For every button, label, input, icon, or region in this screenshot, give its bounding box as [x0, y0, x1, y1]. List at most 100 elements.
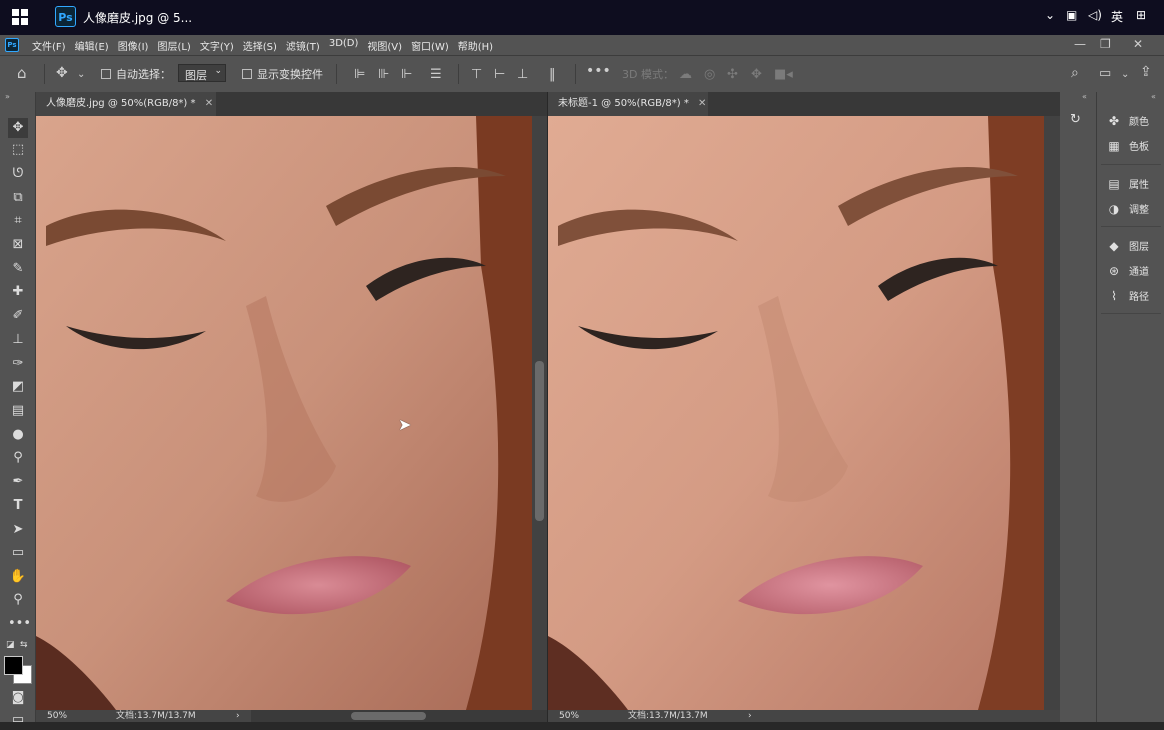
healing-brush-tool-icon[interactable]: ✚ — [8, 282, 28, 302]
zoom-level[interactable]: 50% — [47, 710, 67, 722]
zoom-level[interactable]: 50% — [559, 710, 579, 722]
workspace-chevron-icon[interactable]: ⌄ — [1121, 68, 1129, 81]
move-tool-icon[interactable]: ✥ — [8, 118, 28, 138]
foreground-color-swatch[interactable] — [4, 656, 23, 675]
eyedropper-tool-icon[interactable]: ✎ — [8, 259, 28, 279]
menu-filter[interactable]: 滤镜(T) — [286, 38, 320, 53]
vertical-scrollbar-2[interactable] — [1044, 116, 1060, 710]
panel-paths[interactable]: ⌇ 路径 — [1105, 287, 1149, 305]
object-select-tool-icon[interactable]: ⧉ — [8, 188, 28, 208]
eraser-tool-icon[interactable]: ◩ — [8, 377, 28, 397]
align-top-icon[interactable]: ⊤ — [471, 68, 482, 81]
panel-adjustments[interactable]: ◑ 调整 — [1105, 200, 1149, 218]
panel-channels[interactable]: ⊛ 通道 — [1105, 262, 1149, 280]
taskbar-window-title[interactable]: 人像磨皮.jpg @ 5... — [83, 9, 192, 26]
taskbar: Ps 人像磨皮.jpg @ 5... ⌄ ▣ ◁) 英 ⊞ — [0, 0, 1164, 35]
network-icon[interactable]: ▣ — [1066, 8, 1077, 22]
document-tab-2[interactable]: 未标题-1 @ 50%(RGB/8*) * ✕ — [548, 92, 708, 116]
panel-properties[interactable]: ▤ 属性 — [1105, 175, 1149, 193]
history-brush-tool-icon[interactable]: ✑ — [8, 354, 28, 374]
auto-select-dropdown[interactable]: 图层 ⌄ — [178, 64, 226, 82]
panel-color[interactable]: ✤ 颜色 — [1105, 112, 1149, 130]
document-info[interactable]: 文档:13.7M/13.7M — [116, 710, 196, 722]
collapse-column-icon[interactable]: « — [1082, 92, 1087, 101]
close-icon[interactable]: ✕ — [1133, 37, 1143, 51]
brush-tool-icon[interactable]: ✐ — [8, 306, 28, 326]
clone-stamp-tool-icon[interactable]: ⊥ — [8, 330, 28, 350]
panel-swatches[interactable]: ▦ 色板 — [1105, 137, 1149, 155]
tray-chevron-icon[interactable]: ⌄ — [1045, 8, 1055, 22]
pen-tool-icon[interactable]: ✒ — [8, 472, 28, 492]
lasso-tool-icon[interactable]: ᘎ — [8, 164, 28, 184]
volume-icon[interactable]: ◁) — [1088, 8, 1102, 22]
type-tool-icon[interactable]: T — [8, 496, 28, 516]
menu-help[interactable]: 帮助(H) — [458, 38, 493, 53]
gradient-tool-icon[interactable]: ▤ — [8, 401, 28, 421]
keyboard-icon[interactable]: ⊞ — [1136, 8, 1146, 22]
status-menu-chevron-icon[interactable]: › — [748, 710, 752, 722]
menu-edit[interactable]: 编辑(E) — [75, 38, 109, 53]
collapse-panels-icon[interactable]: « — [1151, 92, 1156, 101]
search-icon[interactable]: ⌕ — [1071, 66, 1079, 80]
auto-select-checkbox[interactable]: 自动选择： — [101, 66, 171, 82]
distribute-icon[interactable]: ☰ — [430, 68, 442, 81]
menu-file[interactable]: 文件(F) — [32, 38, 66, 53]
dodge-tool-icon[interactable]: ⚲ — [8, 448, 28, 468]
photoshop-app-icon[interactable]: Ps — [55, 6, 76, 27]
zoom-tool-icon[interactable]: ⚲ — [8, 590, 28, 610]
document-tab-title: 未标题-1 @ 50%(RGB/8*) * — [558, 98, 689, 109]
blur-tool-icon[interactable]: ● — [8, 425, 28, 445]
crop-tool-icon[interactable]: ⌗ — [8, 211, 28, 231]
tool-preset-chevron-icon[interactable]: ⌄ — [77, 68, 85, 81]
align-bottom-icon[interactable]: ⊥ — [517, 68, 528, 81]
hand-tool-icon[interactable]: ✋ — [8, 567, 28, 587]
home-icon[interactable]: ⌂ — [17, 66, 27, 81]
align-left-icon[interactable]: ⊫ — [354, 68, 365, 81]
close-tab-icon[interactable]: ✕ — [698, 98, 706, 109]
photoshop-logo: Ps — [5, 38, 19, 52]
status-menu-chevron-icon[interactable]: › — [236, 710, 240, 722]
default-colors-icon[interactable]: ◪ — [6, 640, 15, 650]
screen-mode-icon[interactable]: ▭ — [8, 710, 28, 730]
document-canvas-original[interactable] — [36, 116, 532, 710]
more-options-icon[interactable]: ••• — [586, 64, 611, 78]
document-canvas-retouched[interactable] — [548, 116, 1044, 710]
menu-type[interactable]: 文字(Y) — [200, 38, 234, 53]
path-select-tool-icon[interactable]: ➤ — [8, 520, 28, 540]
show-transform-label: 显示变换控件 — [257, 68, 323, 81]
quick-mask-icon[interactable]: ◙ — [8, 688, 28, 708]
menu-view[interactable]: 视图(V) — [367, 38, 402, 53]
menu-select[interactable]: 选择(S) — [243, 38, 277, 53]
vertical-scrollbar-1[interactable] — [532, 116, 547, 710]
show-transform-checkbox[interactable]: 显示变换控件 — [242, 66, 323, 82]
menu-items: 文件(F) 编辑(E) 图像(I) 图层(L) 文字(Y) 选择(S) 滤镜(T… — [32, 38, 502, 53]
menu-image[interactable]: 图像(I) — [118, 38, 149, 53]
align-right-icon[interactable]: ⊩ — [401, 68, 412, 81]
share-icon[interactable]: ⇪ — [1140, 65, 1152, 79]
horizontal-scrollbar-1[interactable] — [251, 710, 547, 722]
align-middle-icon[interactable]: ⊢ — [494, 68, 505, 81]
document-tab-1[interactable]: 人像磨皮.jpg @ 50%(RGB/8*) * ✕ — [36, 92, 216, 116]
move-tool-icon[interactable]: ✥ — [56, 66, 68, 80]
menu-3d[interactable]: 3D(D) — [329, 38, 359, 53]
restore-icon[interactable]: ❐ — [1100, 37, 1111, 51]
collapse-tools-icon[interactable]: » — [5, 92, 10, 101]
panel-layers[interactable]: ◆ 图层 — [1105, 237, 1149, 255]
align-center-icon[interactable]: ⊪ — [378, 68, 389, 81]
workspace-icon[interactable]: ▭ — [1099, 67, 1111, 80]
distribute-vertical-icon[interactable]: ‖ — [549, 68, 556, 81]
menu-window[interactable]: 窗口(W) — [411, 38, 449, 53]
swap-colors-icon[interactable]: ⇆ — [20, 640, 28, 650]
ime-label[interactable]: 英 — [1111, 8, 1123, 25]
document-info[interactable]: 文档:13.7M/13.7M — [628, 710, 708, 722]
close-tab-icon[interactable]: ✕ — [205, 98, 213, 109]
windows-start-icon[interactable] — [12, 9, 29, 26]
rectangle-tool-icon[interactable]: ▭ — [8, 543, 28, 563]
marquee-tool-icon[interactable]: ⬚ — [8, 140, 28, 160]
history-icon[interactable]: ↻ — [1070, 112, 1081, 127]
3d-scale-icon: ■◂ — [774, 67, 793, 82]
edit-toolbar-icon[interactable]: ••• — [8, 614, 31, 634]
minimize-icon[interactable]: — — [1074, 37, 1086, 51]
menu-layer[interactable]: 图层(L) — [157, 38, 190, 53]
frame-tool-icon[interactable]: ⊠ — [8, 235, 28, 255]
